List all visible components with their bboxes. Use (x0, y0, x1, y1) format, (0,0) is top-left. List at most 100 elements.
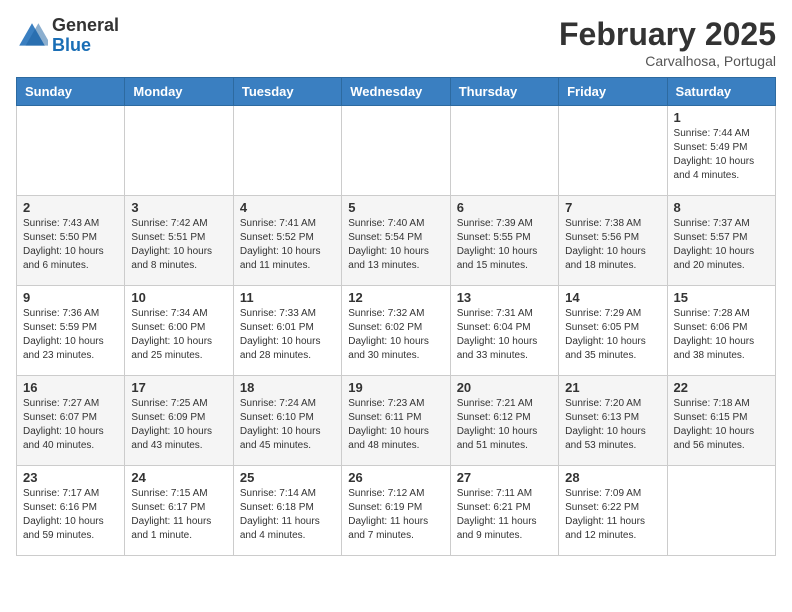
day-info: Sunrise: 7:40 AM Sunset: 5:54 PM Dayligh… (348, 217, 443, 273)
weekday-header-saturday: Saturday (667, 78, 775, 106)
day-number: 4 (240, 200, 335, 215)
day-number: 16 (23, 380, 118, 395)
calendar-cell: 26 Sunrise: 7:12 AM Sunset: 6:19 PM Dayli… (342, 466, 450, 556)
day-info: Sunrise: 7:27 AM Sunset: 6:07 PM Dayligh… (23, 397, 118, 453)
calendar-cell: 14Sunrise: 7:29 AM Sunset: 6:05 PM Dayli… (559, 286, 667, 376)
weekday-header-tuesday: Tuesday (233, 78, 341, 106)
day-number: 17 (131, 380, 226, 395)
logo-icon (16, 20, 48, 52)
calendar-cell: 7 Sunrise: 7:38 AM Sunset: 5:56 PM Daylig… (559, 196, 667, 286)
day-info: Sunrise: 7:21 AM Sunset: 6:12 PM Dayligh… (457, 397, 552, 453)
day-number: 2 (23, 200, 118, 215)
weekday-header-friday: Friday (559, 78, 667, 106)
week-row-2: 2 Sunrise: 7:43 AM Sunset: 5:50 PM Daylig… (17, 196, 776, 286)
day-info: Sunrise: 7:09 AM Sunset: 6:22 PM Dayligh… (565, 487, 660, 543)
calendar-cell (450, 106, 558, 196)
day-info: Sunrise: 7:12 AM Sunset: 6:19 PM Dayligh… (348, 487, 443, 543)
day-info: Sunrise: 7:28 AM Sunset: 6:06 PM Dayligh… (674, 307, 769, 363)
day-info: Sunrise: 7:20 AM Sunset: 6:13 PM Dayligh… (565, 397, 660, 453)
day-info: Sunrise: 7:36 AM Sunset: 5:59 PM Dayligh… (23, 307, 118, 363)
week-row-3: 9 Sunrise: 7:36 AM Sunset: 5:59 PM Daylig… (17, 286, 776, 376)
calendar-cell: 10 Sunrise: 7:34 AM Sunset: 6:00 PM Dayli… (125, 286, 233, 376)
week-row-4: 16 Sunrise: 7:27 AM Sunset: 6:07 PM Dayli… (17, 376, 776, 466)
weekday-header-sunday: Sunday (17, 78, 125, 106)
day-info: Sunrise: 7:11 AM Sunset: 6:21 PM Dayligh… (457, 487, 552, 543)
calendar-cell: 15 Sunrise: 7:28 AM Sunset: 6:06 PM Dayli… (667, 286, 775, 376)
day-number: 18 (240, 380, 335, 395)
calendar-cell: 27 Sunrise: 7:11 AM Sunset: 6:21 PM Dayli… (450, 466, 558, 556)
day-number: 8 (674, 200, 769, 215)
calendar-cell: 3Sunrise: 7:42 AM Sunset: 5:51 PM Daylig… (125, 196, 233, 286)
calendar-cell: 16 Sunrise: 7:27 AM Sunset: 6:07 PM Dayli… (17, 376, 125, 466)
day-number: 5 (348, 200, 443, 215)
calendar-cell: 24Sunrise: 7:15 AM Sunset: 6:17 PM Dayli… (125, 466, 233, 556)
day-number: 9 (23, 290, 118, 305)
calendar-cell: 4 Sunrise: 7:41 AM Sunset: 5:52 PM Daylig… (233, 196, 341, 286)
calendar-cell: 21 Sunrise: 7:20 AM Sunset: 6:13 PM Dayli… (559, 376, 667, 466)
day-number: 12 (348, 290, 443, 305)
day-number: 26 (348, 470, 443, 485)
calendar-cell (233, 106, 341, 196)
weekday-header-wednesday: Wednesday (342, 78, 450, 106)
day-info: Sunrise: 7:24 AM Sunset: 6:10 PM Dayligh… (240, 397, 335, 453)
calendar-cell: 22Sunrise: 7:18 AM Sunset: 6:15 PM Dayli… (667, 376, 775, 466)
day-number: 23 (23, 470, 118, 485)
month-title: February 2025 (559, 16, 776, 53)
calendar-cell (667, 466, 775, 556)
day-info: Sunrise: 7:43 AM Sunset: 5:50 PM Dayligh… (23, 217, 118, 273)
week-row-1: 1 Sunrise: 7:44 AM Sunset: 5:49 PM Daylig… (17, 106, 776, 196)
weekday-header-thursday: Thursday (450, 78, 558, 106)
title-block: February 2025 Carvalhosa, Portugal (559, 16, 776, 69)
day-number: 21 (565, 380, 660, 395)
day-info: Sunrise: 7:32 AM Sunset: 6:02 PM Dayligh… (348, 307, 443, 363)
calendar-cell: 12 Sunrise: 7:32 AM Sunset: 6:02 PM Dayli… (342, 286, 450, 376)
day-info: Sunrise: 7:15 AM Sunset: 6:17 PM Dayligh… (131, 487, 226, 543)
logo-text: General Blue (52, 16, 119, 56)
day-number: 10 (131, 290, 226, 305)
day-info: Sunrise: 7:34 AM Sunset: 6:00 PM Dayligh… (131, 307, 226, 363)
weekday-header-monday: Monday (125, 78, 233, 106)
day-number: 13 (457, 290, 552, 305)
day-info: Sunrise: 7:44 AM Sunset: 5:49 PM Dayligh… (674, 127, 769, 183)
day-number: 1 (674, 110, 769, 125)
calendar-cell: 8 Sunrise: 7:37 AM Sunset: 5:57 PM Daylig… (667, 196, 775, 286)
day-number: 19 (348, 380, 443, 395)
calendar-cell: 19 Sunrise: 7:23 AM Sunset: 6:11 PM Dayli… (342, 376, 450, 466)
calendar-cell: 1 Sunrise: 7:44 AM Sunset: 5:49 PM Daylig… (667, 106, 775, 196)
day-info: Sunrise: 7:38 AM Sunset: 5:56 PM Dayligh… (565, 217, 660, 273)
day-info: Sunrise: 7:17 AM Sunset: 6:16 PM Dayligh… (23, 487, 118, 543)
calendar-cell (559, 106, 667, 196)
day-number: 25 (240, 470, 335, 485)
day-number: 11 (240, 290, 335, 305)
logo: General Blue (16, 16, 119, 56)
day-info: Sunrise: 7:41 AM Sunset: 5:52 PM Dayligh… (240, 217, 335, 273)
day-info: Sunrise: 7:23 AM Sunset: 6:11 PM Dayligh… (348, 397, 443, 453)
day-number: 28 (565, 470, 660, 485)
location: Carvalhosa, Portugal (559, 53, 776, 69)
day-info: Sunrise: 7:18 AM Sunset: 6:15 PM Dayligh… (674, 397, 769, 453)
calendar-cell: 11 Sunrise: 7:33 AM Sunset: 6:01 PM Dayli… (233, 286, 341, 376)
day-number: 3 (131, 200, 226, 215)
calendar-cell (125, 106, 233, 196)
calendar-cell (342, 106, 450, 196)
day-info: Sunrise: 7:29 AM Sunset: 6:05 PM Dayligh… (565, 307, 660, 363)
calendar-cell: 25Sunrise: 7:14 AM Sunset: 6:18 PM Dayli… (233, 466, 341, 556)
logo-blue-text: Blue (52, 36, 119, 56)
logo-general-text: General (52, 16, 119, 36)
calendar-cell: 18 Sunrise: 7:24 AM Sunset: 6:10 PM Dayli… (233, 376, 341, 466)
day-number: 7 (565, 200, 660, 215)
calendar-cell: 13 Sunrise: 7:31 AM Sunset: 6:04 PM Dayli… (450, 286, 558, 376)
day-number: 27 (457, 470, 552, 485)
day-number: 15 (674, 290, 769, 305)
calendar-cell (17, 106, 125, 196)
calendar-cell: 2 Sunrise: 7:43 AM Sunset: 5:50 PM Daylig… (17, 196, 125, 286)
day-number: 6 (457, 200, 552, 215)
day-info: Sunrise: 7:31 AM Sunset: 6:04 PM Dayligh… (457, 307, 552, 363)
calendar-cell: 5 Sunrise: 7:40 AM Sunset: 5:54 PM Daylig… (342, 196, 450, 286)
day-info: Sunrise: 7:33 AM Sunset: 6:01 PM Dayligh… (240, 307, 335, 363)
calendar-cell: 23 Sunrise: 7:17 AM Sunset: 6:16 PM Dayli… (17, 466, 125, 556)
day-info: Sunrise: 7:25 AM Sunset: 6:09 PM Dayligh… (131, 397, 226, 453)
weekday-header-row: SundayMondayTuesdayWednesdayThursdayFrid… (17, 78, 776, 106)
day-info: Sunrise: 7:37 AM Sunset: 5:57 PM Dayligh… (674, 217, 769, 273)
calendar-table: SundayMondayTuesdayWednesdayThursdayFrid… (16, 77, 776, 556)
